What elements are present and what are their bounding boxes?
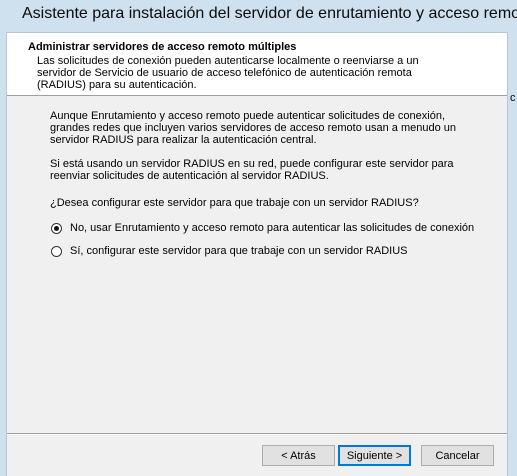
wizard-dialog: Administrar servidores de acceso remoto … (6, 32, 508, 476)
option-label: No, usar Enrutamiento y acceso remoto pa… (70, 222, 475, 234)
info-paragraph-2: Si está usando un servidor RADIUS en su … (50, 158, 454, 182)
option-no-radius[interactable]: No, usar Enrutamiento y acceso remoto pa… (51, 221, 474, 235)
next-button[interactable]: Siguiente > (338, 445, 411, 466)
back-button[interactable]: < Atrás (262, 445, 335, 466)
radio-button[interactable] (51, 245, 62, 257)
cancel-button[interactable]: Cancelar (421, 445, 494, 466)
radio-button-selected[interactable] (51, 222, 62, 234)
page-title: Administrar servidores de acceso remoto … (28, 41, 297, 53)
wizard-body: Aunque Enrutamiento y acceso remoto pued… (7, 96, 507, 436)
title-bar[interactable]: Asistente para instalación del servidor … (0, 0, 517, 32)
option-use-radius[interactable]: Sí, configurar este servidor para que tr… (51, 244, 408, 258)
wizard-header: Administrar servidores de acceso remoto … (7, 33, 507, 96)
page-description: Las solicitudes de conexión pueden auten… (37, 55, 419, 91)
info-paragraph-1: Aunque Enrutamiento y acceso remoto pued… (50, 110, 457, 146)
background-window-text: c (510, 92, 516, 104)
radius-question: ¿Desea configurar este servidor para que… (50, 197, 419, 209)
option-label: Sí, configurar este servidor para que tr… (70, 245, 408, 257)
window-title: Asistente para instalación del servidor … (22, 5, 517, 22)
footer-divider (7, 433, 507, 435)
